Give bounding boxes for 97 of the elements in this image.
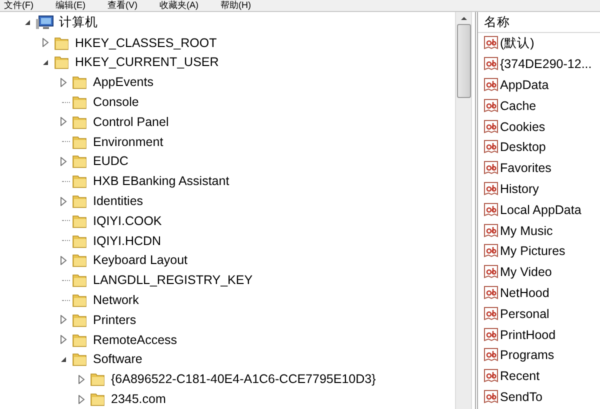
folder-icon	[72, 351, 88, 368]
value-name[interactable]: SendTo	[500, 390, 542, 404]
tree-item[interactable]: {6A896522-C181-40E4-A1C6-CCE7795E10D3}	[111, 372, 376, 386]
expand-icon[interactable]	[42, 38, 49, 48]
expand-icon[interactable]	[60, 78, 67, 87]
tree-item[interactable]: LANGDLL_REGISTRY_KEY	[93, 273, 253, 288]
string-value-icon	[484, 286, 498, 300]
folder-icon	[72, 153, 88, 170]
value-name[interactable]: Cookies	[500, 120, 546, 134]
menu-item[interactable]: 帮助(H)	[220, 0, 251, 11]
value-name[interactable]: Cache	[500, 98, 536, 113]
string-value-icon	[484, 36, 498, 50]
string-value-icon	[484, 348, 498, 362]
string-value-icon	[484, 265, 498, 280]
expand-icon[interactable]	[60, 196, 67, 206]
expand-icon[interactable]	[78, 394, 85, 404]
tree-item[interactable]: IQIYI.HCDN	[93, 234, 162, 248]
string-value-icon	[484, 224, 498, 238]
string-value-icon	[484, 244, 498, 258]
tree-item[interactable]: Console	[93, 95, 139, 110]
tree-item[interactable]: Control Panel	[93, 114, 169, 129]
value-name[interactable]: (默认)	[500, 34, 534, 52]
tree-item[interactable]: EUDC	[93, 154, 128, 168]
folder-icon	[54, 34, 70, 51]
folder-icon	[72, 312, 88, 328]
folder-icon	[72, 134, 88, 150]
string-value-icon	[484, 78, 498, 92]
value-name[interactable]: Personal	[500, 306, 550, 321]
tree-item[interactable]: Environment	[93, 134, 164, 149]
value-name[interactable]: My Music	[500, 224, 553, 238]
expand-icon[interactable]	[60, 256, 67, 265]
value-name[interactable]: My Pictures	[500, 244, 566, 258]
tree-item[interactable]: Keyboard Layout	[93, 253, 188, 268]
folder-icon	[72, 94, 88, 110]
tree-item[interactable]: 计算机	[59, 14, 98, 32]
collapse-icon[interactable]	[60, 356, 67, 363]
tree-item[interactable]: Software	[93, 352, 142, 366]
value-name[interactable]: My Video	[500, 265, 552, 280]
value-name[interactable]: Desktop	[500, 140, 546, 154]
string-value-icon	[484, 182, 498, 196]
computer-icon	[36, 14, 54, 31]
folder-icon	[72, 193, 88, 210]
scroll-thumb[interactable]	[456, 24, 470, 98]
expand-icon[interactable]	[60, 315, 67, 324]
collapse-icon[interactable]	[42, 58, 49, 66]
expand-icon[interactable]	[78, 374, 85, 384]
folder-icon	[72, 74, 88, 90]
collapse-icon[interactable]	[24, 19, 31, 26]
value-name[interactable]: {374DE290-12...	[500, 57, 592, 72]
value-name[interactable]: Recent	[500, 369, 540, 384]
expand-icon[interactable]	[60, 335, 67, 344]
value-name[interactable]: History	[500, 182, 539, 196]
menu-item[interactable]: 文件(F)	[4, 0, 34, 11]
tree-item[interactable]: HKEY_CURRENT_USER	[75, 55, 219, 70]
folder-icon	[72, 292, 88, 308]
tree-item[interactable]: Printers	[93, 312, 136, 327]
value-name[interactable]: Favorites	[500, 161, 552, 176]
string-value-icon	[484, 57, 498, 72]
folder-icon	[72, 252, 88, 268]
expand-icon[interactable]	[60, 117, 67, 126]
value-name[interactable]: Local AppData	[500, 202, 582, 217]
tree-item[interactable]: Identities	[93, 194, 144, 208]
string-value-icon	[484, 202, 498, 217]
scroll-up-icon[interactable]	[460, 17, 466, 20]
menu-item[interactable]: 查看(V)	[108, 0, 138, 11]
menu-item[interactable]: 编辑(E)	[56, 0, 86, 11]
tree-item[interactable]: HXB EBanking Assistant	[93, 174, 230, 188]
folder-icon	[72, 232, 88, 249]
scrollbar[interactable]	[455, 12, 472, 409]
string-value-icon	[484, 369, 498, 384]
string-value-icon	[484, 328, 498, 342]
value-name[interactable]: AppData	[500, 78, 549, 92]
value-name[interactable]: PrintHood	[500, 328, 556, 342]
string-value-icon	[484, 140, 498, 154]
folder-icon	[72, 272, 88, 288]
string-value-icon	[484, 98, 498, 113]
folder-icon	[90, 391, 106, 408]
string-value-icon	[484, 306, 498, 321]
menu-item[interactable]: 收藏夹(A)	[160, 0, 198, 11]
tree-item[interactable]: IQIYI.COOK	[93, 214, 162, 228]
folder-icon	[72, 114, 88, 130]
tree-item[interactable]: 2345.com	[111, 392, 166, 406]
expand-icon[interactable]	[60, 156, 67, 166]
tree-item[interactable]: HKEY_CLASSES_ROOT	[75, 36, 217, 50]
tree-item[interactable]: RemoteAccess	[93, 332, 178, 347]
folder-icon	[72, 212, 88, 229]
folder-icon	[72, 332, 88, 348]
folder-icon	[90, 371, 106, 388]
string-value-icon	[484, 390, 498, 404]
folder-icon	[72, 173, 88, 190]
folder-icon	[54, 54, 70, 70]
string-value-icon	[484, 161, 498, 176]
tree-item[interactable]: AppEvents	[93, 75, 154, 90]
value-name[interactable]: NetHood	[500, 286, 550, 300]
value-name[interactable]: Programs	[500, 348, 554, 362]
string-value-icon	[484, 120, 498, 134]
tree-item[interactable]: Network	[93, 293, 139, 308]
